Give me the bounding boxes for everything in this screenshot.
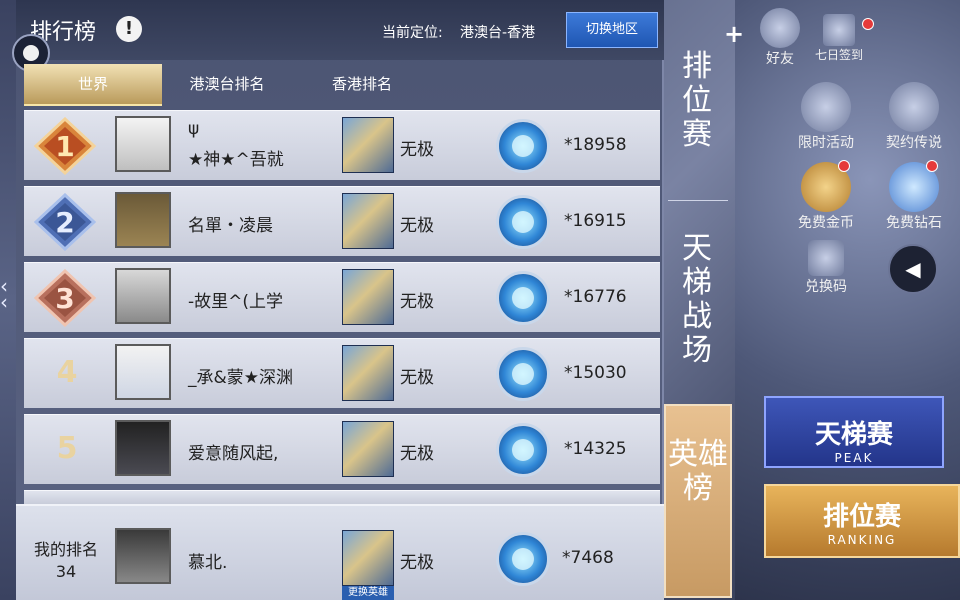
limited-event-label: 限时活动 <box>798 135 854 151</box>
table-row[interactable]: 1 ψ ★神★^吾就 无极 *18958 <box>24 110 660 180</box>
scope-tabs: 世界 港澳台排名 香港排名 <box>24 64 660 106</box>
ladder-mode-subtitle: PEAK <box>834 451 874 465</box>
hero-portrait <box>342 345 394 401</box>
table-row[interactable]: 5 爱意随风起, 无极 *14325 <box>24 414 660 484</box>
table-row-partial <box>24 490 660 504</box>
hero-portrait <box>342 269 394 325</box>
avatar[interactable] <box>115 344 171 400</box>
score: *18958 <box>564 135 627 155</box>
tier-medal-icon <box>496 532 550 586</box>
table-row[interactable]: 3 -故里^(上学 无极 *16776 <box>24 262 660 332</box>
contract-label: 契约传说 <box>886 135 942 151</box>
svg-text:2: 2 <box>55 206 74 239</box>
table-row[interactable]: 2 名單・凌晨 无极 *16915 <box>24 186 660 256</box>
score: *16776 <box>564 287 627 307</box>
avatar[interactable] <box>115 268 171 324</box>
avatar[interactable] <box>115 192 171 248</box>
table-row[interactable]: 4 _承&蒙★深渊 无极 *15030 <box>24 338 660 408</box>
avatar[interactable] <box>115 420 171 476</box>
ladder-mode-title: 天梯赛 <box>814 420 893 450</box>
my-score: *7468 <box>562 548 614 568</box>
tab-ranked[interactable]: 排位赛 <box>672 50 722 152</box>
tier-medal-icon <box>496 119 550 173</box>
speaker-icon[interactable]: ◀ <box>888 244 938 294</box>
info-icon[interactable]: ! <box>116 16 142 42</box>
ladder-mode-button[interactable]: 天梯赛 PEAK <box>764 396 944 468</box>
notification-dot <box>838 160 850 172</box>
tab-world[interactable]: 世界 <box>24 64 162 106</box>
my-rank-number: 34 <box>55 562 77 581</box>
svg-text:3: 3 <box>55 282 74 315</box>
redeem-label: 兑换码 <box>805 279 847 295</box>
tag-icon <box>808 240 844 276</box>
rank-number: 5 <box>56 431 78 466</box>
hero-portrait <box>342 421 394 477</box>
score: *16915 <box>564 211 627 231</box>
seven-day-signin-button[interactable]: 七日签到 <box>808 14 870 63</box>
player-name: ★神★^吾就 <box>188 150 284 170</box>
ranked-mode-button[interactable]: 排位赛 RANKING <box>764 484 960 558</box>
location-label: 当前定位: <box>382 25 443 41</box>
redeem-code-button[interactable]: 兑换码 <box>790 240 862 296</box>
switch-region-button[interactable]: 切换地区 <box>566 12 658 48</box>
notification-dot <box>862 18 874 30</box>
score: *14325 <box>564 439 627 459</box>
tier-medal-icon <box>496 195 550 249</box>
tab-divider <box>668 200 728 201</box>
contract-icon <box>889 82 939 132</box>
collapse-arrows-icon[interactable]: ‹ ‹ <box>0 276 8 312</box>
notification-dot <box>926 160 938 172</box>
calendar-icon <box>823 14 855 46</box>
tab-hk-mo-tw[interactable]: 港澳台排名 <box>172 64 282 106</box>
tab-hongkong[interactable]: 香港排名 <box>312 64 412 106</box>
player-name: 名單・凌晨 <box>188 216 273 236</box>
hero-portrait <box>342 117 394 173</box>
my-player-name: 慕北. <box>188 553 228 573</box>
limited-event-button[interactable]: 限时活动 <box>790 82 862 152</box>
tier-medal-icon <box>496 271 550 325</box>
player-name: 爱意随风起, <box>188 444 279 464</box>
contract-legend-button[interactable]: 契约传说 <box>874 82 954 152</box>
location-value: 港澳台-香港 <box>460 25 536 41</box>
hero-name: 无极 <box>400 216 434 236</box>
silver-rank-badge-icon: 2 <box>33 193 97 251</box>
player-name: _承&蒙★深渊 <box>188 368 293 388</box>
friends-button[interactable]: 好友 <box>750 8 810 68</box>
avatar[interactable] <box>115 528 171 584</box>
my-rank-label: 我的排名 <box>33 540 98 559</box>
change-hero-button[interactable]: 更换英雄 <box>342 586 394 600</box>
hero-name: 无极 <box>400 444 434 464</box>
hero-name: 无极 <box>400 140 434 160</box>
bronze-rank-badge-icon: 3 <box>33 269 97 327</box>
friends-icon <box>760 8 800 48</box>
player-name-line1: ψ <box>188 119 200 139</box>
gold-rank-badge-icon: 1 <box>33 117 97 175</box>
free-diamond-label: 免费钻石 <box>886 215 942 231</box>
friends-label: 好友 <box>766 51 794 67</box>
plus-icon[interactable]: + <box>724 20 744 48</box>
free-gold-button[interactable]: 免费金币 <box>790 162 862 232</box>
hero-name: 无极 <box>400 292 434 312</box>
ranked-mode-title: 排位赛 <box>822 502 901 532</box>
hero-name: 无极 <box>400 553 434 573</box>
tab-heroes[interactable]: 英雄榜 <box>664 404 732 598</box>
svg-text:1: 1 <box>55 130 74 163</box>
tier-medal-icon <box>496 347 550 401</box>
free-diamond-button[interactable]: 免费钻石 <box>876 162 952 232</box>
my-rank-row: 我的排名 34 慕北. 更换英雄 无极 *7468 <box>16 504 664 600</box>
hero-portrait[interactable] <box>342 530 394 586</box>
ranked-mode-subtitle: RANKING <box>827 533 897 547</box>
free-gold-label: 免费金币 <box>798 215 854 231</box>
hero-portrait <box>342 193 394 249</box>
score: *15030 <box>564 363 627 383</box>
event-icon <box>801 82 851 132</box>
hero-name: 无极 <box>400 368 434 388</box>
tier-medal-icon <box>496 423 550 477</box>
tab-ladder[interactable]: 天梯战场 <box>672 232 722 368</box>
rank-number: 4 <box>56 355 78 390</box>
player-name: -故里^(上学 <box>188 292 284 312</box>
avatar[interactable] <box>115 116 171 172</box>
seven-day-label: 七日签到 <box>814 48 863 62</box>
